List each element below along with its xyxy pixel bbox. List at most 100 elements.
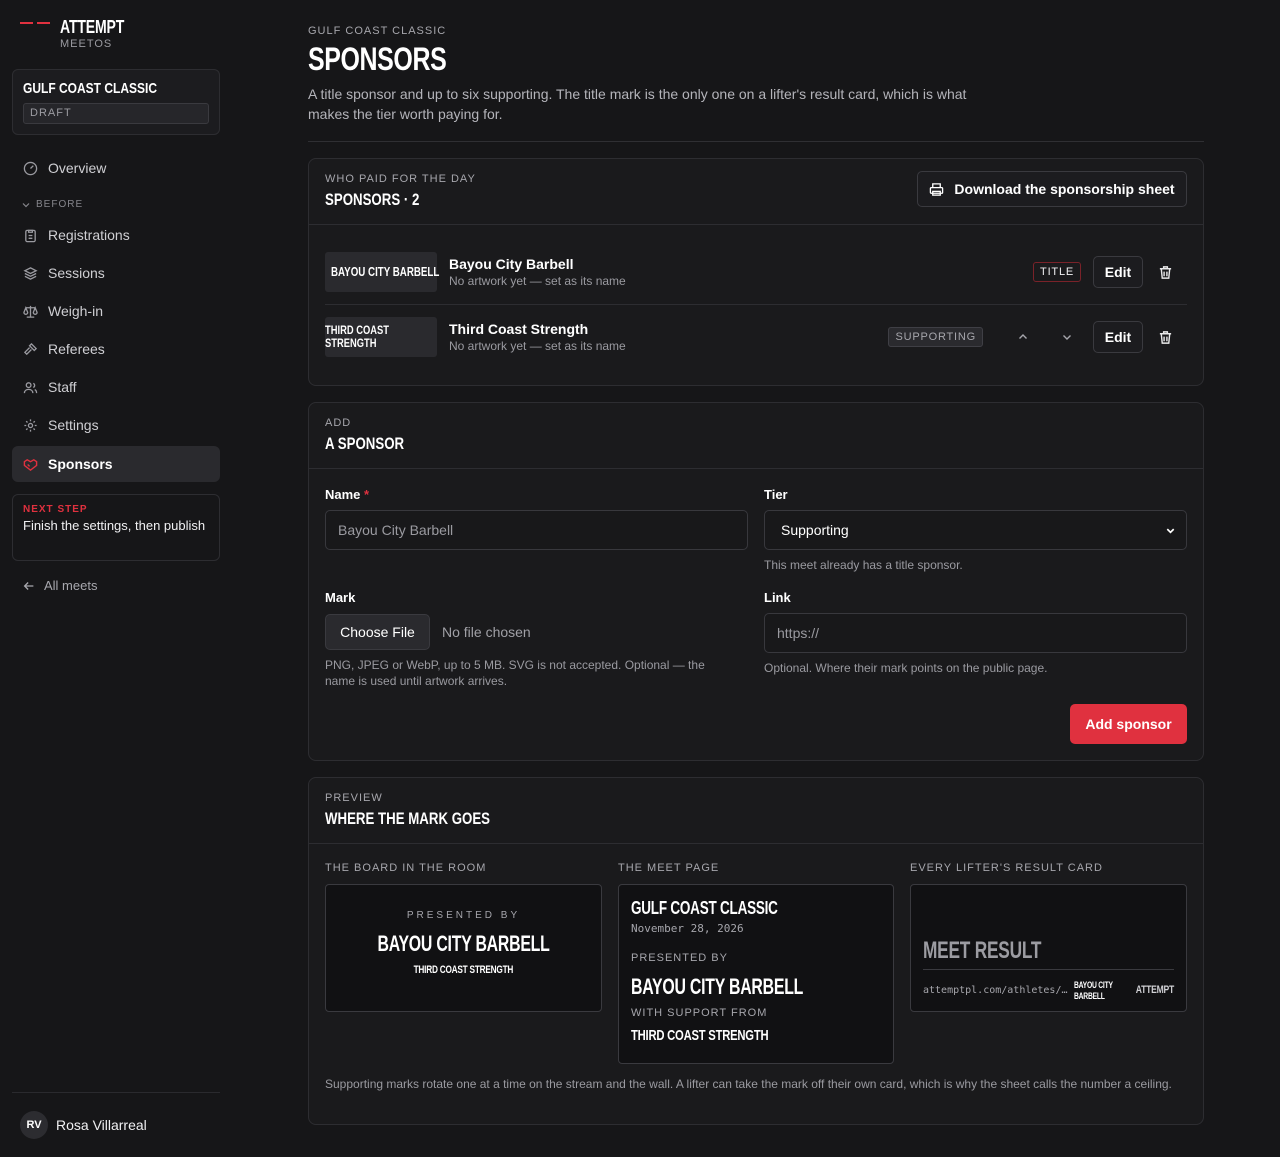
nav-sessions[interactable]: Sessions bbox=[12, 255, 220, 291]
gavel-icon bbox=[22, 341, 38, 357]
board-title-sponsor: BAYOU CITY BARBELL bbox=[377, 931, 550, 956]
page-header: GULF COAST CLASSIC SPONSORS A title spon… bbox=[308, 25, 1204, 142]
sponsors-list-header: WHO PAID FOR THE DAY SPONSORS · 2 Downlo… bbox=[309, 159, 1203, 225]
sidebar-divider bbox=[12, 1092, 220, 1093]
next-step-card[interactable]: NEXT STEP Finish the settings, then publ… bbox=[12, 494, 220, 561]
preview-eyebrow: PREVIEW bbox=[325, 792, 383, 804]
users-icon bbox=[22, 379, 38, 395]
board-supporting-wrap: THIRD COAST STRENGTH bbox=[326, 960, 601, 976]
nav-sponsors-label: Sponsors bbox=[48, 456, 113, 472]
board-presented-by: PRESENTED BY bbox=[406, 910, 521, 921]
download-sheet-button[interactable]: Download the sponsorship sheet bbox=[917, 171, 1187, 207]
gauge-icon bbox=[22, 160, 38, 176]
page-title: SPONSORS bbox=[308, 41, 447, 77]
move-down-button[interactable] bbox=[1045, 331, 1089, 343]
file-status: No file chosen bbox=[442, 624, 531, 640]
name-input[interactable]: Bayou City Barbell bbox=[325, 510, 748, 550]
tier-select-value: Supporting bbox=[781, 522, 849, 538]
sponsor-row: THIRD COAST STRENGTH Third Coast Strengt… bbox=[325, 309, 1187, 365]
result-card-preview: MEET RESULT attemptpl.com/athletes/… BAY… bbox=[910, 884, 1187, 1012]
mark-label: Mark bbox=[325, 590, 356, 605]
name-field-group: Name * Bayou City Barbell bbox=[325, 487, 748, 550]
clipboard-icon bbox=[22, 227, 38, 243]
printer-icon bbox=[930, 182, 944, 196]
sponsor-thumb-text: BAYOU CITY BARBELL bbox=[331, 264, 440, 279]
nav-weighin[interactable]: Weigh-in bbox=[12, 293, 220, 329]
user-menu[interactable]: RV Rosa Villarreal bbox=[20, 1111, 147, 1139]
sponsor-thumb-line: STRENGTH bbox=[325, 336, 377, 350]
edit-button[interactable]: Edit bbox=[1093, 321, 1143, 353]
header-divider bbox=[308, 141, 1204, 142]
user-name: Rosa Villarreal bbox=[56, 1117, 147, 1133]
brand-logo[interactable]: ATTEMPT MEETOS bbox=[20, 17, 142, 50]
scale-icon bbox=[22, 303, 38, 319]
nav-registrations-label: Registrations bbox=[48, 227, 130, 243]
choose-file-button[interactable]: Choose File bbox=[325, 614, 430, 650]
sponsor-row: BAYOU CITY BARBELL Bayou City Barbell No… bbox=[325, 244, 1187, 300]
result-card-sponsor-line: BAYOU CITY bbox=[1073, 980, 1113, 990]
sponsor-sub: No artwork yet — set as its name bbox=[449, 339, 626, 353]
nav-settings[interactable]: Settings bbox=[12, 407, 220, 443]
tier-select[interactable]: Supporting bbox=[764, 510, 1187, 550]
tier-field-group: Tier Supporting This meet already has a … bbox=[764, 487, 1187, 573]
sponsor-sub: No artwork yet — set as its name bbox=[449, 274, 626, 288]
delete-button[interactable] bbox=[1143, 265, 1187, 280]
brand-name: ATTEMPT bbox=[60, 17, 125, 37]
link-input[interactable]: https:// bbox=[764, 613, 1187, 653]
all-meets-link[interactable]: All meets bbox=[22, 578, 97, 593]
meet-switcher[interactable]: GULF COAST CLASSIC DRAFT bbox=[12, 69, 220, 135]
nav-section-before-label: BEFORE bbox=[36, 199, 84, 210]
preview-col-result: EVERY LIFTER'S RESULT CARD bbox=[910, 862, 1103, 874]
avatar: RV bbox=[20, 1111, 48, 1139]
sponsor-info: Bayou City Barbell No artwork yet — set … bbox=[449, 256, 626, 288]
next-step-title: NEXT STEP bbox=[23, 504, 88, 515]
handshake-icon bbox=[22, 456, 38, 472]
nav-settings-label: Settings bbox=[48, 417, 99, 433]
nav-section-before[interactable]: BEFORE bbox=[22, 199, 83, 210]
board-supporting: THIRD COAST STRENGTH bbox=[413, 964, 514, 976]
arrow-left-icon bbox=[23, 581, 34, 590]
sponsors-list-title: SPONSORS · 2 bbox=[325, 190, 420, 209]
meet-page-title-sponsor: BAYOU CITY BARBELL bbox=[631, 974, 804, 999]
file-input: Choose File No file chosen bbox=[325, 614, 748, 650]
meet-page-date: November 28, 2026 bbox=[631, 922, 744, 935]
next-step-text: Finish the settings, then publish bbox=[23, 518, 206, 533]
nav-sponsors[interactable]: Sponsors bbox=[12, 446, 220, 482]
preview-title: WHERE THE MARK GOES bbox=[325, 809, 491, 828]
chevron-down-icon bbox=[22, 202, 30, 207]
meet-page-preview: GULF COAST CLASSIC November 28, 2026 PRE… bbox=[618, 884, 894, 1064]
sidebar: ATTEMPT MEETOS GULF COAST CLASSIC DRAFT … bbox=[0, 0, 232, 1157]
name-label: Name * bbox=[325, 487, 748, 502]
board-preview: PRESENTED BY BAYOU CITY BARBELL THIRD CO… bbox=[325, 884, 602, 1012]
nav-staff[interactable]: Staff bbox=[12, 369, 220, 405]
result-card-url: attemptpl.com/athletes/… bbox=[923, 984, 1068, 996]
nav-referees[interactable]: Referees bbox=[12, 331, 220, 367]
tier-badge-title: TITLE bbox=[1033, 262, 1081, 282]
meet-status-badge: DRAFT bbox=[23, 103, 209, 124]
edit-button[interactable]: Edit bbox=[1093, 256, 1143, 288]
preview-note: Supporting marks rotate one at a time on… bbox=[325, 1077, 1172, 1091]
preview-col-page: THE MEET PAGE bbox=[618, 862, 720, 874]
sponsor-name: Bayou City Barbell bbox=[449, 256, 574, 272]
add-sponsor-button[interactable]: Add sponsor bbox=[1070, 704, 1187, 744]
nav-registrations[interactable]: Registrations bbox=[12, 217, 220, 253]
meet-page-support-label: WITH SUPPORT FROM bbox=[631, 1007, 768, 1019]
sponsor-info: Third Coast Strength No artwork yet — se… bbox=[449, 321, 626, 353]
delete-button[interactable] bbox=[1143, 330, 1187, 345]
preview-col-board: THE BOARD IN THE ROOM bbox=[325, 862, 487, 874]
chevron-up-icon bbox=[1019, 334, 1027, 339]
brand-sub: MEETOS bbox=[60, 38, 113, 50]
nav-overview[interactable]: Overview bbox=[12, 150, 220, 186]
name-label-text: Name bbox=[325, 487, 361, 502]
result-card-title: MEET RESULT bbox=[923, 937, 1042, 964]
tier-label: Tier bbox=[764, 487, 788, 502]
sponsors-list-eyebrow: WHO PAID FOR THE DAY bbox=[325, 173, 476, 185]
move-up-button[interactable] bbox=[1001, 331, 1045, 343]
layers-icon bbox=[22, 265, 38, 281]
sponsors-list-panel: WHO PAID FOR THE DAY SPONSORS · 2 Downlo… bbox=[308, 158, 1204, 386]
row-divider bbox=[325, 304, 1187, 305]
meet-page-presented-by: PRESENTED BY bbox=[631, 952, 728, 964]
mark-field-group: Mark Choose File No file chosen PNG, JPE… bbox=[325, 590, 748, 689]
nav-overview-label: Overview bbox=[48, 160, 107, 176]
preview-header: PREVIEW WHERE THE MARK GOES bbox=[309, 778, 1203, 844]
